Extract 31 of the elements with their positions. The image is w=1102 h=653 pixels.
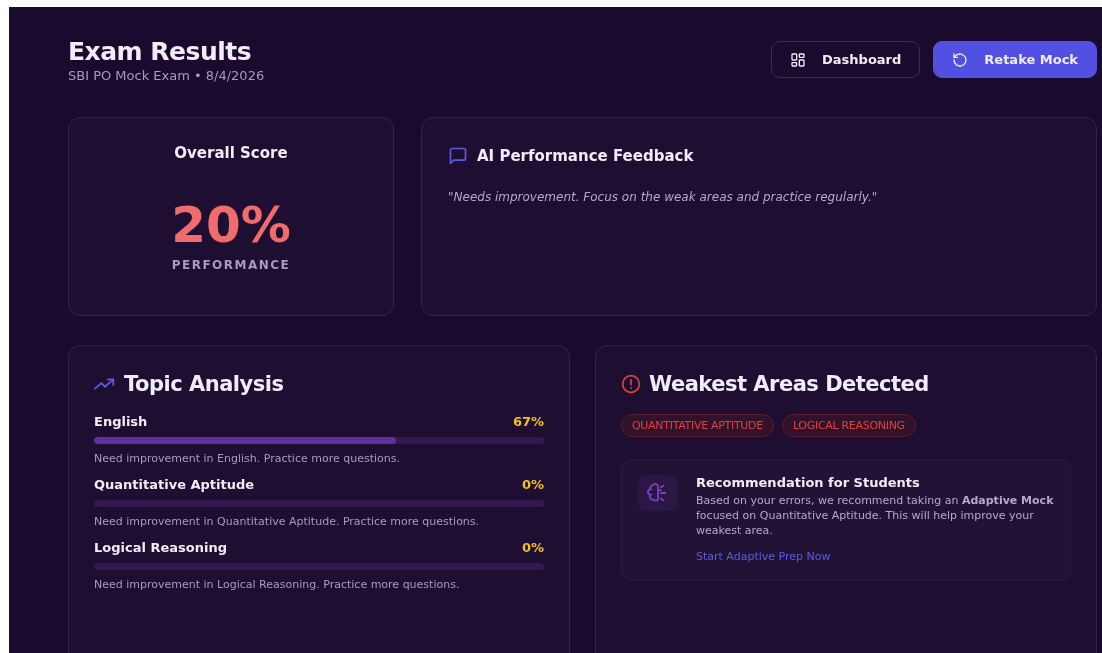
page-title: Exam Results xyxy=(68,37,253,66)
score-value: 20% xyxy=(171,200,291,250)
topic-note: Need improvement in English. Practice more questions. xyxy=(94,452,401,465)
topic-name: Logical Reasoning xyxy=(94,540,227,555)
topic-percent: 67% xyxy=(512,414,544,429)
trending-up-icon xyxy=(94,377,116,391)
grid-icon xyxy=(790,51,806,68)
topic-note: Need improvement in Quantitative Aptitude. Practice more questions. xyxy=(94,515,481,528)
topic-analysis-title: Topic Analysis xyxy=(124,372,284,396)
recommendation-title: Recommendation for Students xyxy=(696,475,921,490)
topic-tag: QUANTITATIVE APTITUDE xyxy=(621,414,774,437)
exam-subtitle: SBI PO Mock Exam • 8/4/2026 xyxy=(68,68,265,83)
score-title: Overall Score xyxy=(174,144,288,162)
feedback-title: AI Performance Feedback xyxy=(477,147,694,165)
alert-icon xyxy=(621,374,641,394)
topic-name: English xyxy=(94,414,148,429)
score-caption: PERFORMANCE xyxy=(171,258,291,272)
feedback-text: "Needs improvement. Focus on the weak areas and practice regularly." xyxy=(448,190,879,204)
adaptive-prep-link[interactable]: Start Adaptive Prep Now xyxy=(696,549,831,563)
topic-note: Need improvement in Logical Reasoning. Practice more questions. xyxy=(94,578,461,591)
refresh-icon xyxy=(952,51,969,68)
topic-name: Quantitative Aptitude xyxy=(94,477,255,492)
weakest-areas-title: Weakest Areas Detected xyxy=(649,372,929,396)
topic-tag: LOGICAL REASONING xyxy=(781,414,916,437)
topic-percent: 0% xyxy=(521,477,544,492)
dashboard-button[interactable]: Dashboard xyxy=(771,41,921,78)
topic-percent: 0% xyxy=(521,540,544,555)
retake-mock-button[interactable]: Retake Mock xyxy=(933,41,1097,78)
chat-icon xyxy=(448,146,468,166)
brain-icon xyxy=(638,475,678,511)
recommendation-text: Based on your errors, we recommend taking an Adaptive Mock focused on Quantitative Aptitude. This will help improve your weakest area. xyxy=(696,494,1054,539)
